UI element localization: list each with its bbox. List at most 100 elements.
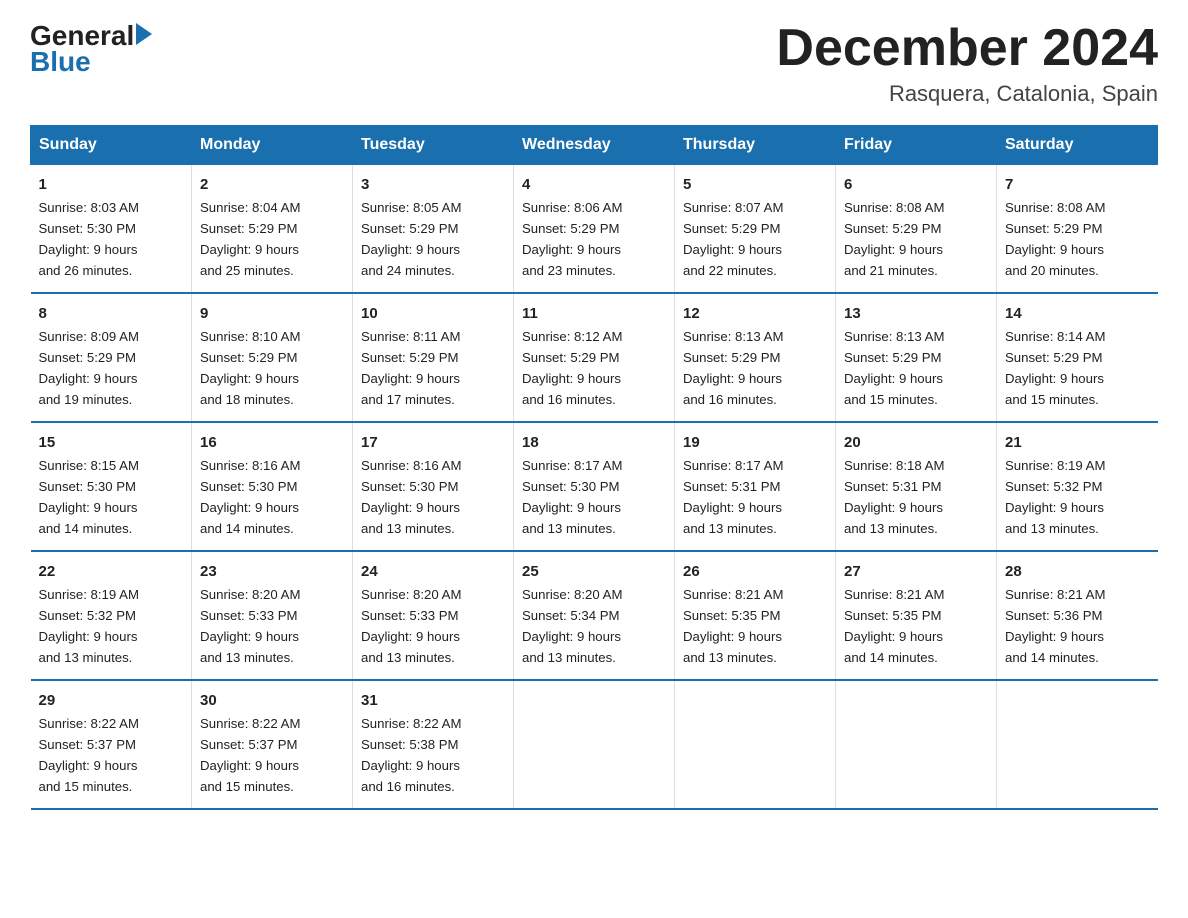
title-block: December 2024 Rasquera, Catalonia, Spain xyxy=(776,20,1158,107)
day-info: Sunrise: 8:16 AMSunset: 5:30 PMDaylight:… xyxy=(361,458,461,536)
day-info: Sunrise: 8:05 AMSunset: 5:29 PMDaylight:… xyxy=(361,200,461,278)
calendar-cell: 26 Sunrise: 8:21 AMSunset: 5:35 PMDayligh… xyxy=(675,551,836,680)
day-number: 29 xyxy=(39,689,184,712)
calendar-cell xyxy=(997,680,1158,809)
col-thursday: Thursday xyxy=(675,126,836,165)
calendar-cell: 20 Sunrise: 8:18 AMSunset: 5:31 PMDayligh… xyxy=(836,422,997,551)
calendar-cell: 13 Sunrise: 8:13 AMSunset: 5:29 PMDayligh… xyxy=(836,293,997,422)
day-number: 19 xyxy=(683,431,827,454)
col-monday: Monday xyxy=(192,126,353,165)
day-info: Sunrise: 8:09 AMSunset: 5:29 PMDaylight:… xyxy=(39,329,139,407)
col-friday: Friday xyxy=(836,126,997,165)
calendar-cell xyxy=(514,680,675,809)
day-info: Sunrise: 8:21 AMSunset: 5:35 PMDaylight:… xyxy=(683,587,783,665)
day-info: Sunrise: 8:20 AMSunset: 5:33 PMDaylight:… xyxy=(361,587,461,665)
day-info: Sunrise: 8:22 AMSunset: 5:38 PMDaylight:… xyxy=(361,716,461,794)
day-number: 24 xyxy=(361,560,505,583)
col-tuesday: Tuesday xyxy=(353,126,514,165)
calendar-cell: 9Sunrise: 8:10 AMSunset: 5:29 PMDaylight… xyxy=(192,293,353,422)
logo-arrow-icon xyxy=(136,23,152,45)
calendar-cell: 18 Sunrise: 8:17 AMSunset: 5:30 PMDayligh… xyxy=(514,422,675,551)
day-info: Sunrise: 8:20 AMSunset: 5:33 PMDaylight:… xyxy=(200,587,300,665)
page-header: General Blue December 2024 Rasquera, Cat… xyxy=(30,20,1158,107)
day-info: Sunrise: 8:06 AMSunset: 5:29 PMDaylight:… xyxy=(522,200,622,278)
calendar-cell: 29 Sunrise: 8:22 AMSunset: 5:37 PMDayligh… xyxy=(31,680,192,809)
calendar-cell: 1 Sunrise: 8:03 AMSunset: 5:30 PMDaylight… xyxy=(31,165,192,293)
day-info: Sunrise: 8:13 AMSunset: 5:29 PMDaylight:… xyxy=(844,329,944,407)
day-number: 14 xyxy=(1005,302,1150,325)
calendar-cell: 14 Sunrise: 8:14 AMSunset: 5:29 PMDayligh… xyxy=(997,293,1158,422)
page-title: December 2024 xyxy=(776,20,1158,77)
day-info: Sunrise: 8:07 AMSunset: 5:29 PMDaylight:… xyxy=(683,200,783,278)
day-info: Sunrise: 8:21 AMSunset: 5:36 PMDaylight:… xyxy=(1005,587,1105,665)
day-number: 5 xyxy=(683,173,827,196)
day-info: Sunrise: 8:13 AMSunset: 5:29 PMDaylight:… xyxy=(683,329,783,407)
header-row: Sunday Monday Tuesday Wednesday Thursday… xyxy=(31,126,1158,165)
calendar-cell: 6 Sunrise: 8:08 AMSunset: 5:29 PMDaylight… xyxy=(836,165,997,293)
day-info: Sunrise: 8:10 AMSunset: 5:29 PMDaylight:… xyxy=(200,329,300,407)
day-number: 6 xyxy=(844,173,988,196)
calendar-cell: 15Sunrise: 8:15 AMSunset: 5:30 PMDayligh… xyxy=(31,422,192,551)
day-number: 12 xyxy=(683,302,827,325)
calendar-cell: 23 Sunrise: 8:20 AMSunset: 5:33 PMDayligh… xyxy=(192,551,353,680)
day-info: Sunrise: 8:14 AMSunset: 5:29 PMDaylight:… xyxy=(1005,329,1105,407)
calendar-cell: 21Sunrise: 8:19 AMSunset: 5:32 PMDayligh… xyxy=(997,422,1158,551)
calendar-cell: 10 Sunrise: 8:11 AMSunset: 5:29 PMDayligh… xyxy=(353,293,514,422)
day-number: 26 xyxy=(683,560,827,583)
day-info: Sunrise: 8:08 AMSunset: 5:29 PMDaylight:… xyxy=(844,200,944,278)
logo-blue-text: Blue xyxy=(30,46,91,78)
col-saturday: Saturday xyxy=(997,126,1158,165)
day-info: Sunrise: 8:22 AMSunset: 5:37 PMDaylight:… xyxy=(200,716,300,794)
day-number: 20 xyxy=(844,431,988,454)
calendar-cell: 22Sunrise: 8:19 AMSunset: 5:32 PMDayligh… xyxy=(31,551,192,680)
day-info: Sunrise: 8:17 AMSunset: 5:30 PMDaylight:… xyxy=(522,458,622,536)
day-info: Sunrise: 8:11 AMSunset: 5:29 PMDaylight:… xyxy=(361,329,460,407)
day-number: 18 xyxy=(522,431,666,454)
day-info: Sunrise: 8:22 AMSunset: 5:37 PMDaylight:… xyxy=(39,716,139,794)
day-number: 2 xyxy=(200,173,344,196)
day-number: 1 xyxy=(39,173,184,196)
day-info: Sunrise: 8:12 AMSunset: 5:29 PMDaylight:… xyxy=(522,329,622,407)
day-number: 30 xyxy=(200,689,344,712)
day-number: 27 xyxy=(844,560,988,583)
calendar-week-2: 8 Sunrise: 8:09 AMSunset: 5:29 PMDaylight… xyxy=(31,293,1158,422)
day-number: 8 xyxy=(39,302,184,325)
col-sunday: Sunday xyxy=(31,126,192,165)
calendar-cell: 12 Sunrise: 8:13 AMSunset: 5:29 PMDayligh… xyxy=(675,293,836,422)
day-info: Sunrise: 8:17 AMSunset: 5:31 PMDaylight:… xyxy=(683,458,783,536)
calendar-cell: 16 Sunrise: 8:16 AMSunset: 5:30 PMDayligh… xyxy=(192,422,353,551)
day-number: 17 xyxy=(361,431,505,454)
day-info: Sunrise: 8:03 AMSunset: 5:30 PMDaylight:… xyxy=(39,200,139,278)
day-number: 10 xyxy=(361,302,505,325)
day-info: Sunrise: 8:08 AMSunset: 5:29 PMDaylight:… xyxy=(1005,200,1105,278)
calendar-week-1: 1 Sunrise: 8:03 AMSunset: 5:30 PMDaylight… xyxy=(31,165,1158,293)
calendar-cell: 5 Sunrise: 8:07 AMSunset: 5:29 PMDaylight… xyxy=(675,165,836,293)
day-info: Sunrise: 8:18 AMSunset: 5:31 PMDaylight:… xyxy=(844,458,944,536)
day-number: 15 xyxy=(39,431,184,454)
day-number: 23 xyxy=(200,560,344,583)
calendar-cell: 28Sunrise: 8:21 AMSunset: 5:36 PMDayligh… xyxy=(997,551,1158,680)
day-number: 22 xyxy=(39,560,184,583)
logo: General Blue xyxy=(30,20,152,78)
calendar-week-3: 15Sunrise: 8:15 AMSunset: 5:30 PMDayligh… xyxy=(31,422,1158,551)
page-subtitle: Rasquera, Catalonia, Spain xyxy=(776,81,1158,107)
day-number: 25 xyxy=(522,560,666,583)
day-number: 4 xyxy=(522,173,666,196)
calendar-cell: 30 Sunrise: 8:22 AMSunset: 5:37 PMDayligh… xyxy=(192,680,353,809)
day-info: Sunrise: 8:16 AMSunset: 5:30 PMDaylight:… xyxy=(200,458,300,536)
day-number: 3 xyxy=(361,173,505,196)
calendar-table: Sunday Monday Tuesday Wednesday Thursday… xyxy=(30,125,1158,810)
calendar-cell xyxy=(836,680,997,809)
calendar-cell: 3 Sunrise: 8:05 AMSunset: 5:29 PMDaylight… xyxy=(353,165,514,293)
calendar-cell xyxy=(675,680,836,809)
day-info: Sunrise: 8:04 AMSunset: 5:29 PMDaylight:… xyxy=(200,200,300,278)
day-info: Sunrise: 8:19 AMSunset: 5:32 PMDaylight:… xyxy=(1005,458,1105,536)
calendar-cell: 19 Sunrise: 8:17 AMSunset: 5:31 PMDayligh… xyxy=(675,422,836,551)
calendar-cell: 24 Sunrise: 8:20 AMSunset: 5:33 PMDayligh… xyxy=(353,551,514,680)
col-wednesday: Wednesday xyxy=(514,126,675,165)
day-info: Sunrise: 8:20 AMSunset: 5:34 PMDaylight:… xyxy=(522,587,622,665)
day-number: 13 xyxy=(844,302,988,325)
calendar-cell: 31Sunrise: 8:22 AMSunset: 5:38 PMDayligh… xyxy=(353,680,514,809)
calendar-header: Sunday Monday Tuesday Wednesday Thursday… xyxy=(31,126,1158,165)
day-number: 16 xyxy=(200,431,344,454)
